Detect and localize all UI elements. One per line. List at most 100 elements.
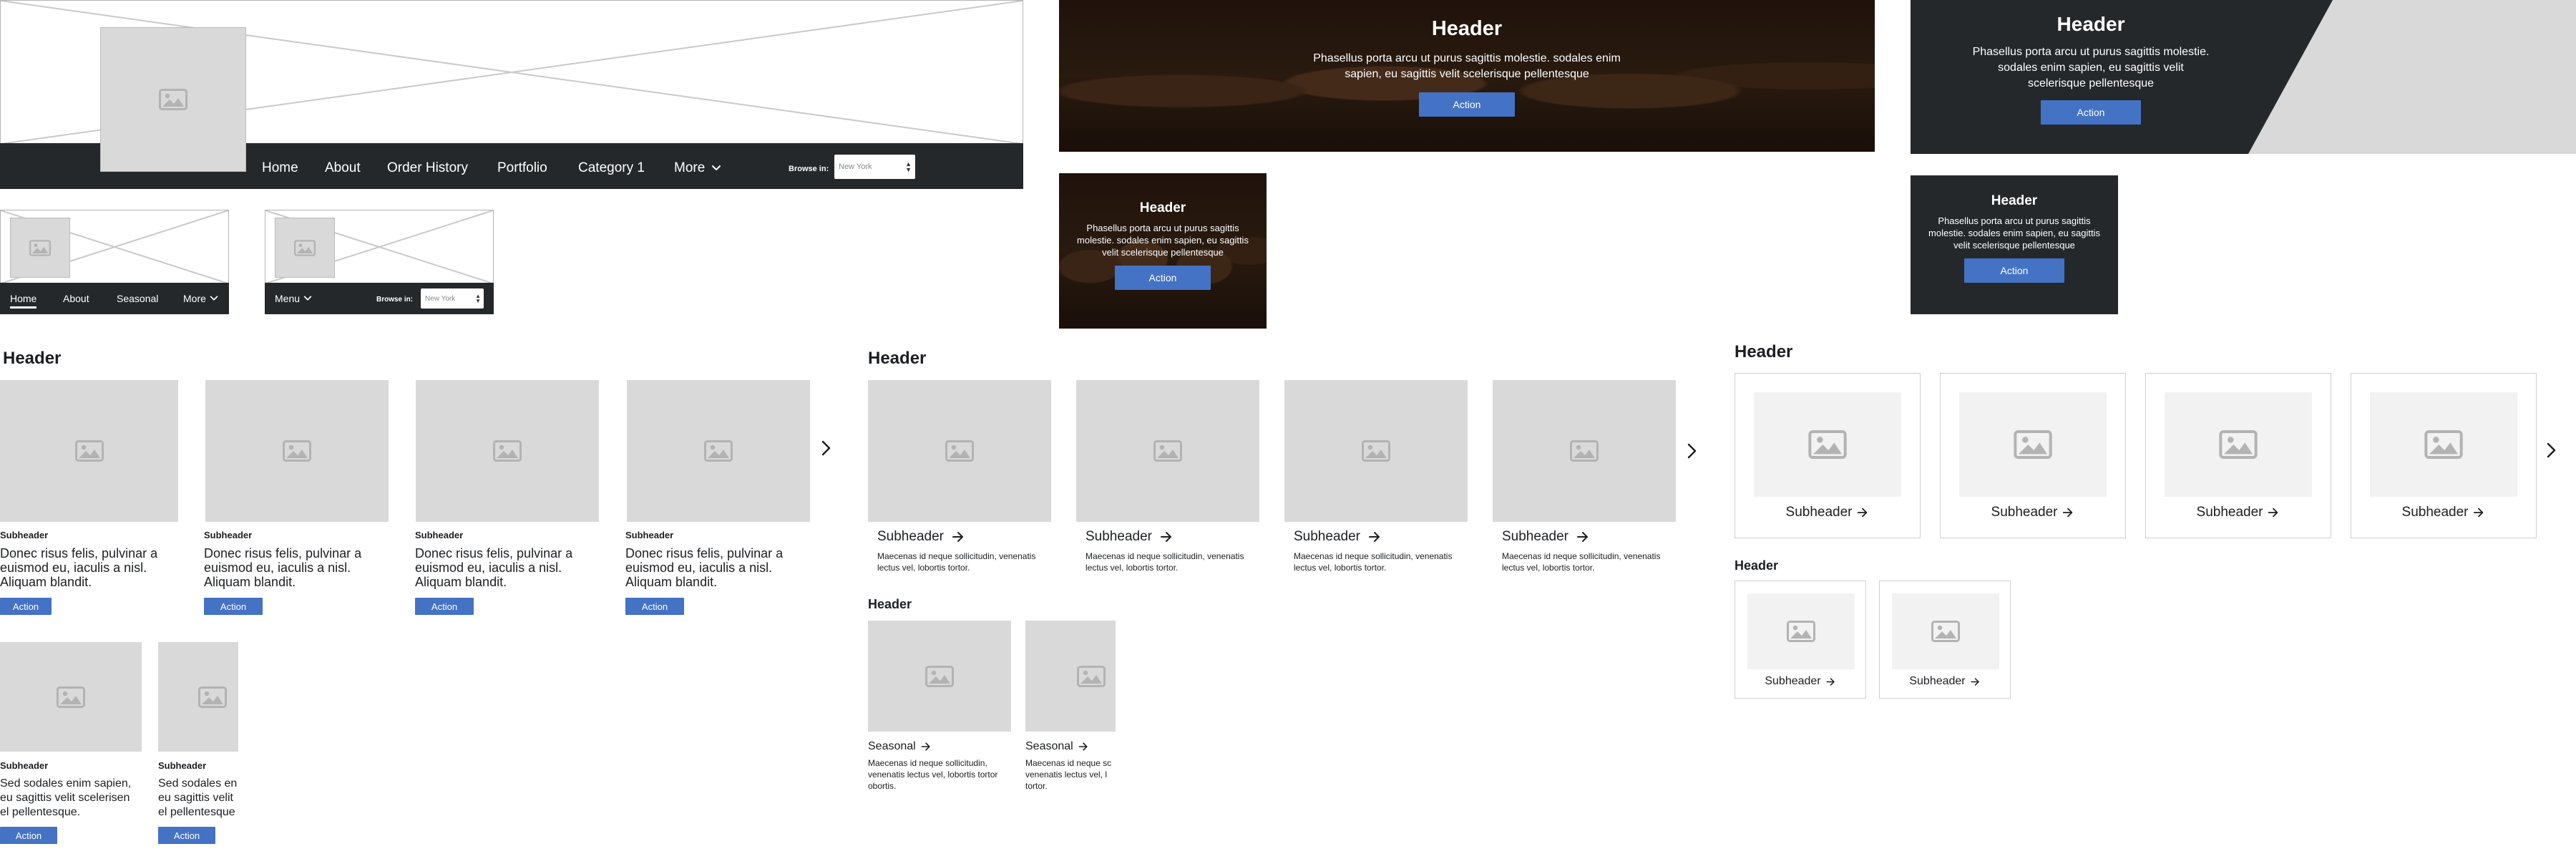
- section-a-card-4-image[interactable]: [627, 380, 810, 522]
- section-c-small-card-1[interactable]: Subheader: [1735, 581, 1866, 699]
- select-arrows-icon: ▲ ▼: [905, 160, 912, 173]
- section-c-card-2[interactable]: Subheader: [1940, 373, 2126, 538]
- section-a-card-3-image[interactable]: [416, 380, 599, 522]
- card-subheader-link[interactable]: Subheader: [1502, 529, 1667, 545]
- card-subheader: Subheader: [204, 530, 253, 540]
- mobile-nav-home[interactable]: Home: [10, 293, 37, 309]
- card-subheader: Subheader: [415, 530, 464, 540]
- image-icon: [57, 686, 85, 708]
- card-subheader: Subheader: [0, 760, 49, 771]
- section-b-small-card-1-image[interactable]: [868, 621, 1011, 732]
- card-text: Maecenas id neque sollicitudin, venenati…: [1502, 551, 1661, 573]
- arrow-right-icon: [951, 530, 965, 544]
- arrow-right-icon: [1078, 741, 1089, 752]
- card-action-button[interactable]: Action: [158, 827, 215, 844]
- mobile-menu-button[interactable]: Menu: [275, 293, 313, 304]
- section-c-card-1[interactable]: Subheader: [1735, 373, 1921, 538]
- card-subheader-link[interactable]: Subheader: [1294, 529, 1458, 545]
- section-b-card-1-image[interactable]: [868, 380, 1051, 522]
- chevron-right-icon[interactable]: [2542, 442, 2560, 459]
- section-a-card-2-image[interactable]: [205, 380, 389, 522]
- card-text: Maecenas id neque sollicitudin, venenati…: [1294, 551, 1453, 573]
- image-icon: [294, 240, 316, 256]
- card-subheader-link[interactable]: Subheader: [1735, 505, 1920, 520]
- nav-more-menu[interactable]: More: [674, 160, 722, 176]
- mobile-logo-placeholder[interactable]: [10, 218, 70, 278]
- card-action-button[interactable]: Action: [0, 827, 57, 844]
- card-image-placeholder: [1959, 392, 2107, 497]
- image-icon: [1808, 430, 1847, 459]
- logo-placeholder[interactable]: [100, 27, 246, 172]
- mobile-nav-home-label: Home: [10, 293, 37, 304]
- card-image-placeholder: [2165, 392, 2312, 497]
- card-subheader: Subheader: [2401, 505, 2469, 520]
- mobile-nav-about[interactable]: About: [63, 293, 89, 304]
- promo-small-text: Phasellus porta arcu ut purus sagittis m…: [1928, 215, 2100, 251]
- card-text: Donec risus felis, pulvinar a euismod eu…: [204, 546, 362, 589]
- card-text: Donec risus felis, pulvinar a euismod eu…: [0, 546, 158, 589]
- section-a-small-card-1-body: Subheader Sed sodales enim sapien, eu sa…: [0, 760, 140, 844]
- section-b-header: Header: [868, 349, 927, 368]
- card-subheader-link[interactable]: Subheader: [2146, 505, 2331, 520]
- section-b-card-2-body: Subheader Maecenas id neque sollicitudin…: [1085, 529, 1250, 573]
- image-icon: [1153, 440, 1182, 462]
- chevron-right-icon[interactable]: [817, 440, 834, 457]
- card-label-link[interactable]: Seasonal: [868, 740, 1011, 753]
- promo-small-action-button[interactable]: Action: [1964, 258, 2064, 283]
- chevron-right-icon[interactable]: [1683, 442, 1700, 460]
- section-c-small-card-2[interactable]: Subheader: [1879, 581, 2011, 699]
- card-subheader: Subheader: [1502, 529, 1568, 544]
- active-underline: [10, 306, 37, 309]
- card-subheader-link[interactable]: Subheader: [1735, 675, 1865, 688]
- arrow-right-icon: [1576, 530, 1590, 544]
- section-b-card-4-body: Subheader Maecenas id neque sollicitudin…: [1502, 529, 1667, 573]
- promo-content: Header Phasellus porta arcu ut purus sag…: [1969, 13, 2212, 125]
- image-icon: [283, 440, 311, 462]
- card-action-button[interactable]: Action: [0, 598, 52, 615]
- section-c-card-4[interactable]: Subheader: [2351, 373, 2537, 538]
- hero-small-action-button[interactable]: Action: [1115, 266, 1211, 290]
- nav-item-about[interactable]: About: [325, 160, 361, 176]
- card-action-button[interactable]: Action: [625, 598, 684, 615]
- card-subheader-link[interactable]: Subheader: [1085, 529, 1250, 545]
- card-subheader: Subheader: [1085, 529, 1152, 544]
- section-b-card-2-image[interactable]: [1076, 380, 1259, 522]
- card-text: Maecenas id neque sollicitudin, venenati…: [868, 758, 998, 791]
- card-subheader: Subheader: [0, 530, 49, 540]
- arrow-right-icon: [2472, 506, 2485, 519]
- section-a-card-1-image[interactable]: [0, 380, 178, 522]
- section-c-card-3[interactable]: Subheader: [2145, 373, 2331, 538]
- image-icon: [1362, 440, 1390, 462]
- card-label-link[interactable]: Seasonal: [1025, 740, 1116, 753]
- nav-item-order-history[interactable]: Order History: [387, 160, 468, 176]
- chevron-down-icon: [303, 293, 313, 304]
- card-subheader-link[interactable]: Subheader: [2351, 505, 2536, 520]
- card-subheader-link[interactable]: Subheader: [1880, 675, 2010, 688]
- card-subheader-link[interactable]: Subheader: [877, 529, 1042, 545]
- hero-action-button[interactable]: Action: [1419, 92, 1515, 117]
- card-action-button[interactable]: Action: [204, 598, 263, 615]
- promo-small-content: Header Phasellus porta arcu ut purus sag…: [1928, 193, 2100, 283]
- section-a-small-card-2-image[interactable]: [158, 642, 238, 752]
- nav-item-portfolio[interactable]: Portfolio: [497, 160, 547, 176]
- mobile-menu-label: Menu: [275, 293, 301, 304]
- image-icon: [493, 440, 522, 462]
- image-icon: [2219, 430, 2258, 459]
- nav-item-home[interactable]: Home: [262, 160, 298, 176]
- section-a-small-card-1-image[interactable]: [0, 642, 142, 752]
- mobile-logo-placeholder-b[interactable]: [275, 218, 335, 278]
- mobile-browse-select[interactable]: New York ▲ ▼: [421, 288, 484, 309]
- section-b-card-4-image[interactable]: [1493, 380, 1676, 522]
- card-label: Seasonal: [1025, 740, 1073, 752]
- browse-city-select[interactable]: New York ▲ ▼: [834, 155, 915, 179]
- card-text: Sed sodales enim sapien, eu sagittis vel…: [0, 777, 132, 818]
- card-action-button[interactable]: Action: [415, 598, 474, 615]
- arrow-right-icon: [2267, 506, 2280, 519]
- mobile-nav-seasonal[interactable]: Seasonal: [117, 293, 158, 304]
- nav-item-category-1[interactable]: Category 1: [578, 160, 645, 176]
- section-b-card-3-image[interactable]: [1284, 380, 1468, 522]
- section-b-small-card-2-image[interactable]: [1025, 621, 1116, 732]
- mobile-nav-more[interactable]: More: [183, 293, 219, 304]
- promo-action-button[interactable]: Action: [2041, 100, 2141, 125]
- card-subheader-link[interactable]: Subheader: [1941, 505, 2125, 520]
